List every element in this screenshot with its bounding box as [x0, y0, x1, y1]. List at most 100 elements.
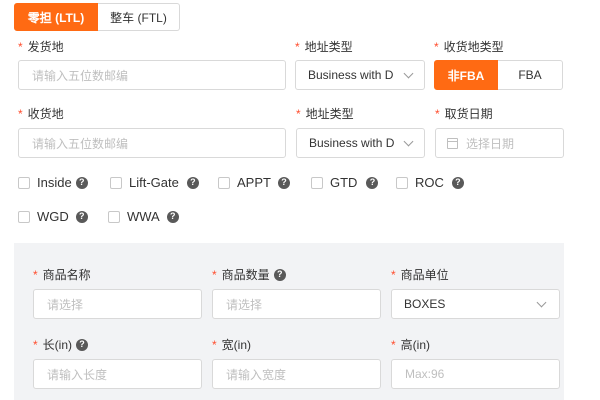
destination-label-text: 收货地 [27, 107, 64, 121]
required-mark: * [391, 337, 396, 352]
product-unit-label-text: 商品单位 [400, 268, 449, 282]
length-label-text: 长(in) [42, 338, 73, 352]
height-input[interactable]: Max:96 [391, 359, 560, 389]
checkbox-box[interactable] [218, 176, 230, 189]
height-placeholder: Max:96 [405, 367, 445, 381]
required-mark: * [33, 267, 38, 282]
help-icon[interactable]: ? [277, 176, 290, 189]
destination-address-type-select[interactable]: Business with D [296, 128, 425, 158]
product-unit-value: BOXES [404, 297, 446, 311]
origin-address-type-value: Business with D [308, 68, 394, 82]
required-mark: * [391, 267, 396, 282]
destination-type-label: * 收货地类型 [434, 38, 504, 55]
service-lift-gate-label: Lift-Gate [129, 175, 179, 190]
service-wgd-label: WGD [37, 209, 69, 224]
help-icon[interactable]: ? [451, 176, 464, 189]
length-input[interactable]: 请输入长度 [33, 359, 202, 389]
required-mark: * [295, 39, 300, 54]
product-name-label-text: 商品名称 [42, 268, 91, 282]
required-mark: * [435, 106, 440, 121]
origin-label: * 发货地 [18, 38, 64, 55]
service-appt-checkbox[interactable]: APPT? [218, 175, 290, 190]
product-name-placeholder: 请选择 [47, 297, 84, 312]
help-icon[interactable]: ? [76, 338, 89, 351]
destination-address-type-value: Business with D [309, 136, 395, 150]
service-wwa-checkbox[interactable]: WWA? [108, 209, 179, 224]
required-mark: * [212, 267, 217, 282]
required-mark: * [212, 337, 217, 352]
product-name-select[interactable]: 请选择 [33, 289, 202, 319]
chevron-down-icon [536, 297, 547, 307]
checkbox-box[interactable] [108, 210, 120, 223]
tab-ftl-label: 整车 (FTL) [110, 10, 167, 25]
origin-zip-placeholder: 请输入五位数邮编 [32, 68, 129, 83]
destination-zip-input[interactable]: 请输入五位数邮编 [18, 128, 286, 158]
chevron-down-icon [403, 136, 414, 146]
pickup-date-label: * 取货日期 [435, 105, 493, 122]
checkbox-box[interactable] [311, 176, 323, 189]
height-label: * 高(in) [391, 336, 430, 353]
tab-ltl[interactable]: 零担 (LTL) [14, 3, 98, 31]
origin-address-type-label: * 地址类型 [295, 38, 353, 55]
destination-type-non-fba[interactable]: 非FBA [434, 60, 498, 90]
tab-ltl-label: 零担 (LTL) [27, 10, 85, 25]
service-lift-gate-checkbox[interactable]: Lift-Gate? [110, 175, 199, 190]
calendar-icon [447, 137, 458, 149]
product-unit-select[interactable]: BOXES [391, 289, 560, 319]
height-label-text: 高(in) [400, 338, 431, 352]
service-roc-checkbox[interactable]: ROC? [396, 175, 464, 190]
service-roc-label: ROC [415, 175, 444, 190]
required-mark: * [18, 106, 23, 121]
tab-ftl[interactable]: 整车 (FTL) [98, 3, 180, 31]
checkbox-box[interactable] [110, 176, 122, 189]
required-mark: * [434, 39, 439, 54]
product-qty-label: * 商品数量? [212, 266, 286, 283]
required-mark: * [33, 337, 38, 352]
length-label: * 长(in)? [33, 336, 89, 353]
help-icon[interactable]: ? [75, 210, 88, 223]
service-gtd-checkbox[interactable]: GTD? [311, 175, 379, 190]
help-icon[interactable]: ? [166, 210, 179, 223]
pickup-date-label-text: 取货日期 [444, 107, 493, 121]
width-label-text: 宽(in) [221, 338, 252, 352]
destination-label: * 收货地 [18, 105, 64, 122]
origin-label-text: 发货地 [27, 40, 64, 54]
service-appt-label: APPT [237, 175, 271, 190]
help-icon[interactable]: ? [75, 176, 88, 189]
destination-type-fba-label: FBA [518, 68, 542, 82]
destination-address-type-label-text: 地址类型 [305, 107, 354, 121]
product-qty-input[interactable]: 请选择 [212, 289, 381, 319]
product-qty-placeholder: 请选择 [226, 297, 263, 312]
origin-zip-input[interactable]: 请输入五位数邮编 [18, 60, 286, 90]
service-inside-label: Inside [37, 175, 72, 190]
checkbox-box[interactable] [18, 210, 30, 223]
product-unit-label: * 商品单位 [391, 266, 449, 283]
help-icon[interactable]: ? [186, 176, 199, 189]
pickup-date-picker[interactable]: 选择日期 [435, 128, 564, 158]
width-placeholder: 请输入宽度 [226, 367, 287, 382]
width-label: * 宽(in) [212, 336, 251, 353]
service-wwa-label: WWA [127, 209, 160, 224]
length-placeholder: 请输入长度 [47, 367, 108, 382]
destination-type-non-fba-label: 非FBA [447, 68, 485, 83]
destination-zip-placeholder: 请输入五位数邮编 [32, 136, 129, 151]
destination-address-type-label: * 地址类型 [296, 105, 354, 122]
destination-type-fba[interactable]: FBA [498, 60, 563, 90]
product-qty-label-text: 商品数量 [221, 268, 270, 282]
width-input[interactable]: 请输入宽度 [212, 359, 381, 389]
chevron-down-icon [403, 68, 414, 78]
required-mark: * [296, 106, 301, 121]
origin-address-type-select[interactable]: Business with D [295, 60, 425, 90]
destination-type-label-text: 收货地类型 [443, 40, 504, 54]
checkbox-box[interactable] [396, 176, 408, 189]
checkbox-box[interactable] [18, 176, 30, 189]
help-icon[interactable]: ? [366, 176, 379, 189]
required-mark: * [18, 39, 23, 54]
service-inside-checkbox[interactable]: Inside? [18, 175, 88, 190]
product-name-label: * 商品名称 [33, 266, 91, 283]
service-gtd-label: GTD [330, 175, 358, 190]
service-wgd-checkbox[interactable]: WGD? [18, 209, 88, 224]
origin-address-type-label-text: 地址类型 [304, 40, 353, 54]
pickup-date-placeholder: 选择日期 [466, 136, 515, 151]
help-icon[interactable]: ? [273, 268, 286, 281]
